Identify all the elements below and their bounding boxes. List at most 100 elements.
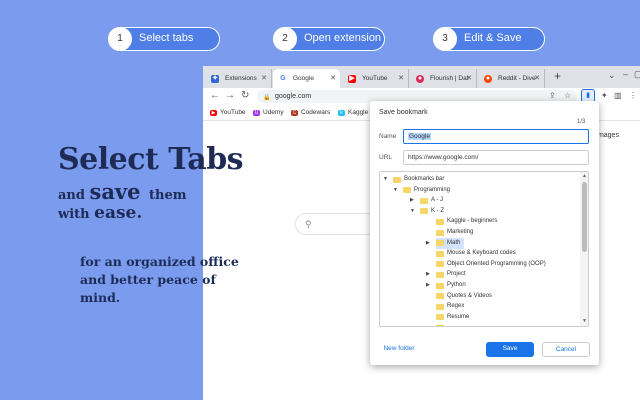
scrollbar[interactable]: ▲ ▼ <box>580 172 588 326</box>
maximize-icon[interactable]: ▢ <box>634 69 640 80</box>
reload-icon[interactable]: ↻ <box>241 90 249 101</box>
folder-icon <box>393 176 401 183</box>
save-button[interactable]: Save <box>486 342 534 357</box>
folder-icon <box>436 229 444 236</box>
tree-folder-item[interactable]: Quotes & Videos <box>436 291 492 302</box>
folder-icon <box>403 187 411 194</box>
folder-label: Quotes & Videos <box>447 292 492 299</box>
reddit-icon: ● <box>484 75 492 83</box>
close-icon[interactable]: ✕ <box>466 69 472 88</box>
tree-folder-item[interactable]: K - Z <box>420 206 444 217</box>
step-label: Open extension <box>304 32 382 44</box>
tree-folder-item[interactable]: Object Oriented Programming (OOP) <box>436 259 546 270</box>
folder-label: Bookmarks bar <box>404 176 445 182</box>
tab-flourish[interactable]: ● Flourish | Dat ✕ <box>410 69 477 88</box>
close-icon[interactable]: ✕ <box>534 69 540 88</box>
caret-down-icon[interactable]: ▼ <box>393 185 398 196</box>
step-label: Edit & Save <box>464 32 522 44</box>
tab-extensions[interactable]: ✦ Extensions ✕ <box>205 69 272 88</box>
search-icon: ⚲ <box>305 219 312 229</box>
close-icon[interactable]: ✕ <box>398 69 404 88</box>
folder-label: K - Z <box>431 207 444 214</box>
step-select-tabs: 1 Select tabs <box>108 26 220 51</box>
tab-youtube[interactable]: ▶ YouTube ✕ <box>342 69 409 88</box>
close-icon[interactable]: ✕ <box>261 69 267 88</box>
tree-folder-item[interactable]: Math <box>436 237 465 249</box>
hero-word-ease: ease. <box>94 203 143 223</box>
page-indicator: 1/3 <box>577 119 586 125</box>
close-icon[interactable]: ✕ <box>330 69 336 88</box>
caret-down-icon[interactable]: ▼ <box>383 174 388 185</box>
step-number: 1 <box>108 26 132 51</box>
folder-label: Marketing <box>447 229 474 235</box>
hero-word: with <box>58 207 90 222</box>
caret-right-icon[interactable]: ▶ <box>426 269 430 280</box>
tree-folder-item[interactable]: Python <box>436 280 466 291</box>
scrollbar-thumb[interactable] <box>582 182 587 252</box>
bookmark-label: Udemy <box>263 109 284 116</box>
step-open-extension: 2 Open extension <box>273 26 385 51</box>
tree-folder-item[interactable]: Project <box>436 269 466 280</box>
tree-folder-item[interactable]: Marketing <box>436 227 473 238</box>
name-field[interactable]: Google <box>403 129 589 144</box>
bookmark-youtube[interactable]: ▶ YouTube <box>210 105 246 121</box>
bookmark-codewars[interactable]: C Codewars <box>291 105 330 121</box>
tab-label: Reddit - Dive <box>498 75 536 82</box>
tree-folder-item[interactable]: Programming <box>403 185 450 196</box>
bookmark-label: Codewars <box>301 109 331 116</box>
tree-folder-item[interactable] <box>436 322 447 326</box>
codewars-icon: C <box>291 110 298 116</box>
chevron-down-icon[interactable]: ⌄ <box>608 70 616 81</box>
puzzle-icon: ✦ <box>211 75 219 83</box>
share-icon[interactable]: ⇪ <box>549 91 556 100</box>
kaggle-icon: k <box>338 110 345 116</box>
folder-icon <box>436 240 444 247</box>
step-number: 2 <box>273 26 297 51</box>
images-link[interactable]: Images <box>596 132 619 139</box>
folder-label: Project <box>447 271 466 278</box>
new-tab-icon[interactable]: + <box>554 69 561 83</box>
minimize-icon[interactable]: – <box>623 69 628 79</box>
star-icon[interactable]: ☆ <box>564 91 571 100</box>
caret-right-icon[interactable]: ▶ <box>410 195 414 206</box>
scroll-up-icon[interactable]: ▲ <box>582 173 587 179</box>
tree-folder-item[interactable]: Bookmarks bar <box>393 174 444 185</box>
menu-icon[interactable]: ⋮ <box>629 91 637 100</box>
hero-subtitle: for an organized office and better peace… <box>80 254 239 305</box>
folder-icon <box>436 324 444 326</box>
url-value: https://www.google.com/ <box>408 154 479 161</box>
scroll-down-icon[interactable]: ▼ <box>582 318 587 324</box>
tree-folder-item[interactable]: Mouse & Keyboard codes <box>436 248 516 259</box>
folder-icon <box>420 208 428 215</box>
caret-right-icon[interactable]: ▶ <box>426 280 430 291</box>
bookmark-kaggle[interactable]: k Kaggle <box>338 105 368 121</box>
caret-down-icon[interactable]: ▼ <box>410 206 415 217</box>
url-label: URL <box>379 154 393 161</box>
tab-reddit[interactable]: ● Reddit - Dive ✕ <box>478 69 545 88</box>
google-search-box[interactable]: ⚲ <box>295 213 375 235</box>
caret-right-icon[interactable]: ▶ <box>426 238 430 249</box>
folder-label: Regex <box>447 303 465 310</box>
new-folder-button[interactable]: New folder <box>377 342 421 357</box>
hero-word-save: save <box>89 179 141 204</box>
cancel-button[interactable]: Cancel <box>542 342 590 357</box>
folder-icon <box>436 271 444 278</box>
lock-icon: 🔒 <box>263 95 271 101</box>
back-icon[interactable]: ← <box>210 90 220 101</box>
forward-icon[interactable]: → <box>225 90 235 101</box>
sidebar-icon[interactable]: ▥ <box>614 91 622 100</box>
bookmark-udemy[interactable]: U Udemy <box>253 105 284 121</box>
tree-folder-item[interactable]: Regex <box>436 301 464 312</box>
tab-label: YouTube <box>362 75 388 82</box>
tab-google[interactable]: G Google ✕ <box>273 69 340 88</box>
url-field[interactable]: https://www.google.com/ <box>403 150 589 165</box>
folder-tree: ▼ Bookmarks bar ▼ Programming ▶ A - J ▼ K - Z Ka… <box>379 171 589 327</box>
folder-label: Object Oriented Programming (OOP) <box>447 260 546 267</box>
tree-folder-item[interactable]: Kaggle - beginners <box>436 216 497 227</box>
tree-folder-item[interactable]: Resume <box>436 312 469 323</box>
tree-folder-item[interactable]: A - J <box>420 195 443 206</box>
youtube-icon: ▶ <box>348 75 356 83</box>
puzzle-icon[interactable]: ✦ <box>601 91 608 100</box>
folder-icon <box>436 303 444 310</box>
tab-label: Google <box>293 75 314 82</box>
